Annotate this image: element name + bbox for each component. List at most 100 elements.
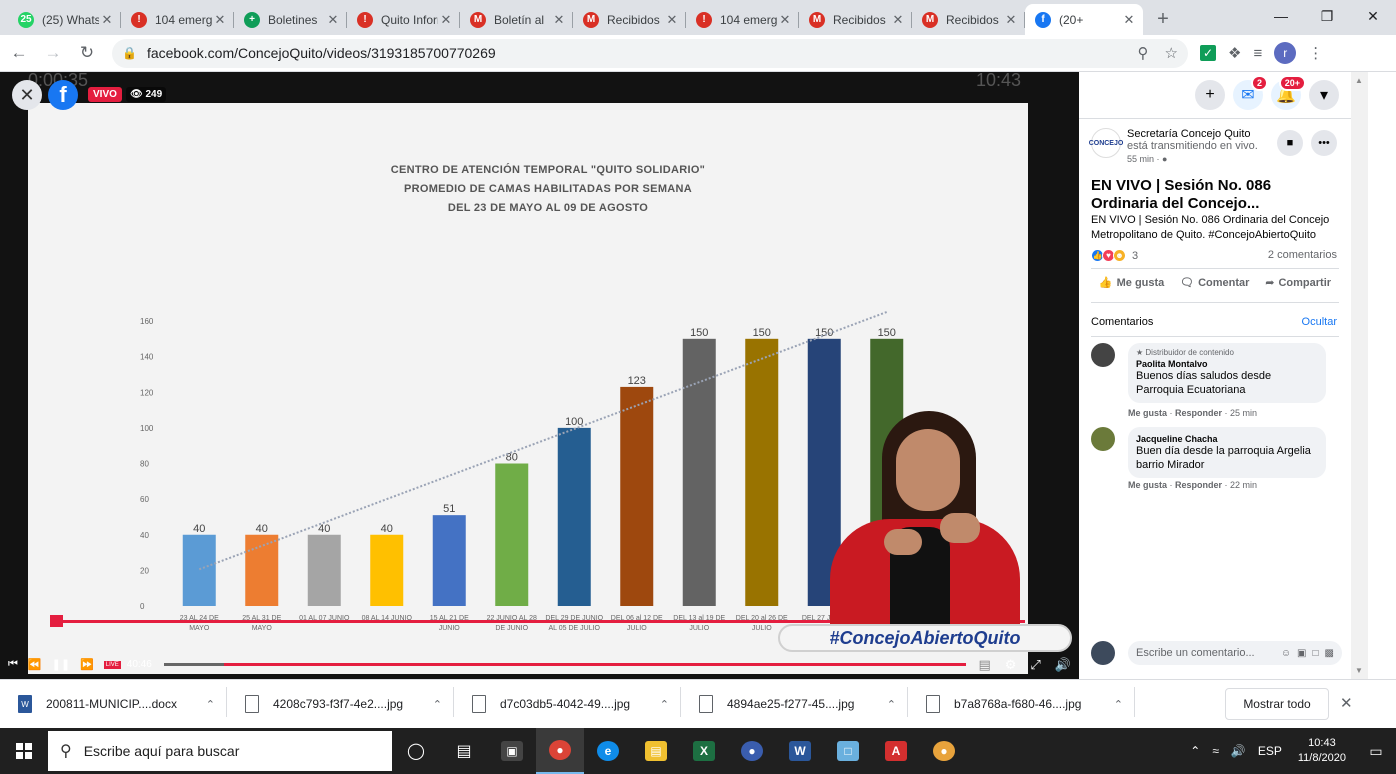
media-app-icon[interactable]: ● [728, 728, 776, 774]
progress-bar[interactable] [163, 663, 967, 666]
tab-close-icon[interactable]: ✕ [1121, 12, 1137, 28]
back-icon[interactable]: ← [4, 38, 34, 68]
forward-skip-icon[interactable]: ⏩ [80, 658, 94, 671]
restore-icon[interactable]: ❐ [1304, 0, 1350, 32]
taskbar-search[interactable]: ⚲ Escribe aquí para buscar [48, 731, 392, 771]
browser-tab[interactable]: M Recibidos ✕ [912, 4, 1025, 35]
rewind-icon[interactable]: ⏪ [28, 658, 42, 671]
paint-icon[interactable]: ● [920, 728, 968, 774]
task-view-icon[interactable]: ▤ [440, 728, 488, 774]
notes-app-icon[interactable]: □ [824, 728, 872, 774]
show-hidden-icons-icon[interactable]: ⌃ [1190, 744, 1200, 758]
like-button[interactable]: 👍 Me gusta [1099, 276, 1164, 290]
start-button[interactable] [0, 728, 48, 774]
extensions-puzzle-icon[interactable]: ❖ [1228, 44, 1241, 62]
tab-close-icon[interactable]: ✕ [890, 12, 906, 28]
commenter-name[interactable]: Paolita Montalvo [1136, 359, 1316, 369]
browser-tab[interactable]: + Boletines ✕ [234, 4, 347, 35]
file-explorer-icon[interactable]: ▤ [632, 728, 680, 774]
post-time[interactable]: 55 min · [1127, 154, 1162, 164]
comment-input[interactable]: Escribe un comentario... ☺ ▣ □ ▩ [1128, 641, 1342, 665]
tab-close-icon[interactable]: ✕ [1003, 12, 1019, 28]
browser-tab[interactable]: ! Quito Informa✕ [347, 4, 460, 35]
tab-close-icon[interactable]: ✕ [551, 12, 567, 28]
excel-icon[interactable]: X [680, 728, 728, 774]
volume-icon[interactable]: 🔊 [1055, 657, 1071, 673]
captions-icon[interactable]: ▤ [978, 657, 990, 673]
extension-check-icon[interactable]: ✓ [1200, 45, 1216, 61]
tab-close-icon[interactable]: ✕ [438, 12, 454, 28]
chevron-up-icon[interactable]: ⌃ [660, 698, 669, 711]
commenter-name[interactable]: Jacqueline Chacha [1136, 434, 1316, 444]
video-player[interactable]: CENTRO DE ATENCIÓN TEMPORAL "QUITO SOLID… [0, 72, 1079, 679]
download-item[interactable]: 4208c793-f3f7-4e2....jpg ⌃ [227, 687, 454, 717]
create-plus-icon[interactable]: + [1195, 80, 1225, 110]
more-options-icon[interactable]: ••• [1311, 130, 1337, 156]
chevron-up-icon[interactable]: ⌃ [1114, 698, 1123, 711]
comments-count[interactable]: 2 comentarios [1268, 249, 1337, 261]
gif-icon[interactable]: □ [1313, 648, 1319, 659]
minimize-icon[interactable]: — [1258, 0, 1304, 32]
browser-tab[interactable]: M Recibidos ✕ [573, 4, 686, 35]
account-menu-icon[interactable]: ▾ [1309, 80, 1339, 110]
download-item[interactable]: d7c03db5-4042-49....jpg ⌃ [454, 687, 681, 717]
reload-icon[interactable]: ↻ [72, 38, 102, 68]
media-queue-icon[interactable]: ≡ [1253, 45, 1262, 62]
commenter-avatar[interactable] [1091, 427, 1115, 451]
sticker-icon[interactable]: ▩ [1325, 648, 1334, 659]
notifications-bell-icon[interactable]: 🔔 20+ [1271, 75, 1306, 110]
address-bar[interactable]: 🔒 facebook.com/ConcejoQuito/videos/31931… [112, 38, 1188, 68]
comment-button[interactable]: 🗨 Comentar [1180, 276, 1249, 290]
reactions-summary[interactable]: 👍 ♥ ☻ 3 [1091, 249, 1138, 262]
comment-like-link[interactable]: Me gusta [1128, 480, 1167, 490]
share-button[interactable]: ➦ Compartir [1265, 276, 1331, 290]
browser-tab[interactable]: ! 104 emergencias✕ [121, 4, 234, 35]
store-icon[interactable]: ▣ [488, 728, 536, 774]
browser-tab[interactable]: M Recibidos ✕ [799, 4, 912, 35]
edge-icon[interactable]: e [584, 728, 632, 774]
comment-like-link[interactable]: Me gusta [1128, 408, 1167, 418]
page-avatar[interactable]: CONCEJO [1089, 128, 1123, 158]
comment-reply-link[interactable]: Responder [1175, 480, 1222, 490]
fullscreen-icon[interactable]: ⤢ [1030, 657, 1040, 673]
menu-kebab-icon[interactable]: ⋮ [1308, 44, 1323, 62]
settings-gear-icon[interactable]: ⚙ [1005, 657, 1017, 673]
comment-time[interactable]: 25 min [1230, 408, 1257, 418]
tab-close-icon[interactable]: ✕ [212, 12, 228, 28]
scroll-up-icon[interactable]: ▲ [1355, 76, 1363, 85]
word-icon[interactable]: W [776, 728, 824, 774]
commenter-avatar[interactable] [1091, 343, 1115, 367]
profile-avatar[interactable]: r [1274, 42, 1297, 64]
close-downloads-icon[interactable]: ✕ [1340, 694, 1353, 712]
close-video-icon[interactable]: ✕ [12, 80, 42, 110]
browser-tab[interactable]: ! 104 emergencias✕ [686, 4, 799, 35]
action-center-icon[interactable]: ▭ [1356, 743, 1396, 760]
emoji-icon[interactable]: ☺ [1281, 648, 1291, 659]
skip-back-icon[interactable]: ⏮ [8, 658, 18, 671]
camera-icon[interactable]: ▣ [1297, 648, 1306, 659]
close-window-icon[interactable]: ✕ [1350, 0, 1396, 32]
browser-tab[interactable]: 25 (25) WhatsApp✕ [8, 4, 121, 35]
tab-close-icon[interactable]: ✕ [777, 12, 793, 28]
zoom-icon[interactable]: ⚲ [1138, 44, 1149, 62]
chevron-up-icon[interactable]: ⌃ [887, 698, 896, 711]
sidebar-scrollbar[interactable]: ▲ ▼ [1351, 72, 1368, 679]
browser-tab[interactable]: f (20+ ✕ [1025, 4, 1143, 35]
wifi-icon[interactable]: ≈ [1212, 744, 1219, 758]
chevron-up-icon[interactable]: ⌃ [206, 698, 215, 711]
speaker-icon[interactable]: 🔊 [1231, 744, 1246, 758]
page-name[interactable]: Secretaría Concejo Quito [1127, 128, 1277, 140]
video-title[interactable]: EN VIVO | Sesión No. 086 Ordinaria del C… [1091, 177, 1341, 213]
comment-time[interactable]: 22 min [1230, 480, 1257, 490]
tab-close-icon[interactable]: ✕ [664, 12, 680, 28]
chrome-icon[interactable]: ● [536, 728, 584, 774]
new-tab-button[interactable]: + [1149, 5, 1177, 33]
cortana-icon[interactable]: ◯ [392, 728, 440, 774]
taskbar-clock[interactable]: 10:43 11/8/2020 [1298, 736, 1346, 766]
comment-reply-link[interactable]: Responder [1175, 408, 1222, 418]
show-all-button[interactable]: Mostrar todo [1225, 688, 1329, 720]
save-icon[interactable]: ■ [1277, 130, 1303, 156]
url-text[interactable]: facebook.com/ConcejoQuito/videos/3193185… [147, 45, 1122, 61]
scroll-down-icon[interactable]: ▼ [1355, 666, 1363, 675]
download-item[interactable]: b7a8768a-f680-46....jpg ⌃ [908, 687, 1135, 717]
